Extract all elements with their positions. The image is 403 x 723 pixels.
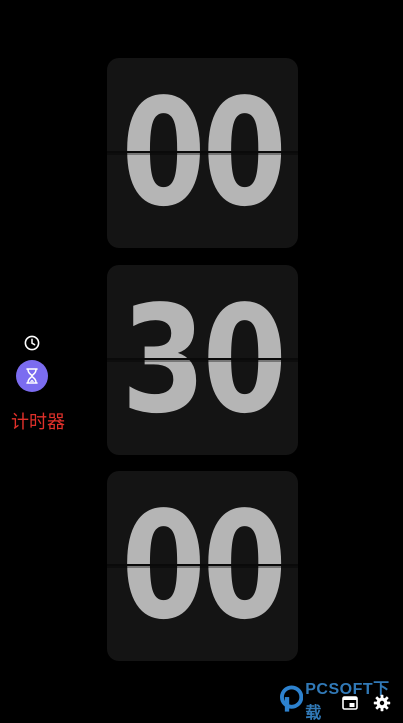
gear-icon — [373, 694, 391, 712]
lock-window-button[interactable] — [341, 694, 359, 712]
seconds-flip-card[interactable]: 00 — [107, 471, 298, 661]
hourglass-icon — [26, 368, 38, 384]
timer-mode-button[interactable] — [16, 360, 48, 392]
minutes-flip-card[interactable]: 30 — [107, 265, 298, 455]
settings-button[interactable] — [373, 694, 391, 712]
hours-flip-card[interactable]: 00 — [107, 58, 298, 248]
lock-window-icon — [342, 696, 358, 710]
pcsoft-logo-icon — [280, 685, 304, 712]
clock-icon[interactable] — [24, 335, 40, 351]
timer-mode-label: 计时器 — [11, 412, 65, 433]
